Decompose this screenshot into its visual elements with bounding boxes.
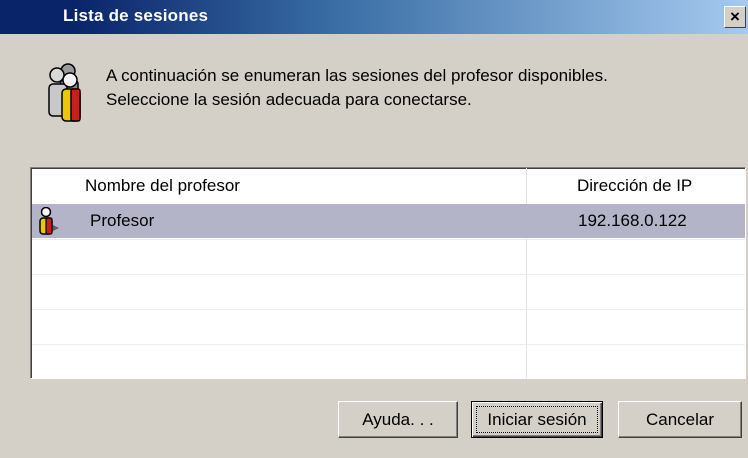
intro-line-2: Seleccione la sesión adecuada para conec… [106, 90, 472, 109]
teacher-icon [39, 207, 59, 235]
list-row-empty[interactable] [32, 239, 745, 273]
close-button[interactable]: × [724, 6, 746, 28]
column-header-teacher-name[interactable]: Nombre del profesor [85, 168, 240, 204]
close-icon: × [730, 7, 740, 26]
intro-text: A continuación se enumeran las sesiones … [106, 64, 608, 112]
help-button[interactable]: Ayuda. . . [338, 401, 458, 438]
column-header-ip-address[interactable]: Dirección de IP [577, 168, 692, 204]
list-row-session[interactable]: Profesor 192.168.0.122 [32, 204, 745, 238]
cell-teacher-name: Profesor [90, 211, 155, 230]
focus-ring [476, 406, 598, 433]
cell-ip-address: 192.168.0.122 [578, 211, 687, 230]
cancel-button[interactable]: Cancelar [618, 401, 742, 438]
list-row-empty[interactable] [32, 309, 745, 343]
list-row-empty[interactable] [32, 344, 745, 378]
intro-line-1: A continuación se enumeran las sesiones … [106, 66, 608, 85]
session-list-dialog: Lista de sesiones × A continuación se en… [0, 0, 748, 458]
session-list[interactable]: Nombre del profesor Dirección de IP Prof… [30, 167, 746, 379]
login-button[interactable]: Iniciar sesión [471, 401, 603, 438]
user-group-icon [48, 63, 81, 122]
window-title: Lista de sesiones [63, 6, 209, 25]
list-row-empty[interactable] [32, 274, 745, 308]
title-bar[interactable]: Lista de sesiones × [0, 0, 748, 34]
